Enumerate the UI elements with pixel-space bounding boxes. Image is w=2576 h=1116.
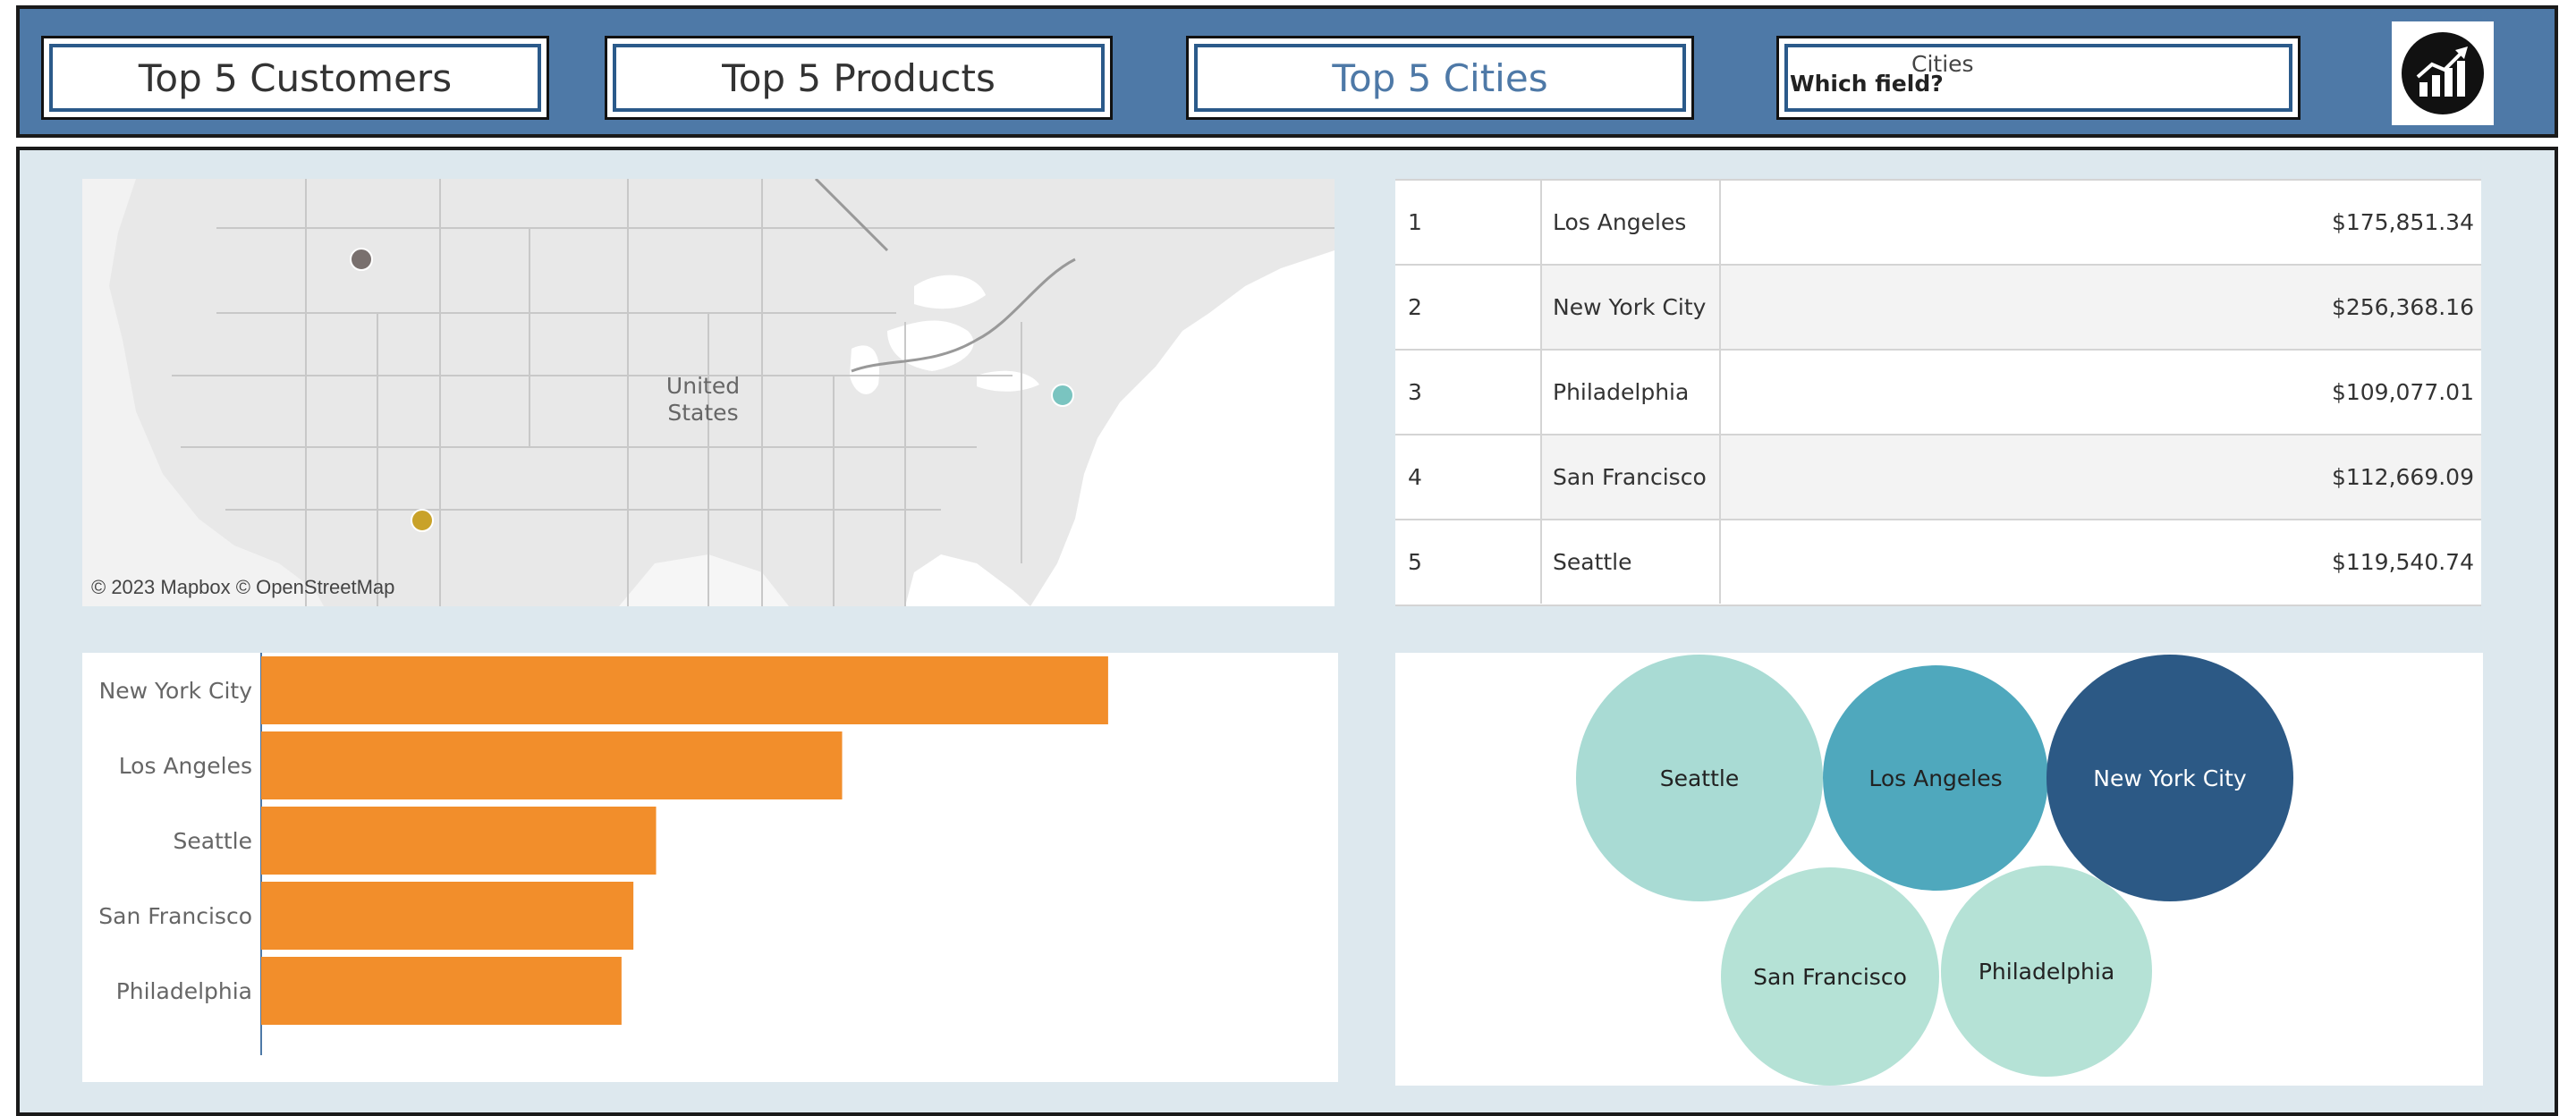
bubble-label-philadelphia: Philadelphia bbox=[1979, 959, 2114, 985]
table-cell-city: San Francisco bbox=[1540, 435, 1721, 519]
bubble-chart-canvas: Seattle Los Angeles New York City San Franc… bbox=[1576, 655, 2293, 1086]
which-field-parameter[interactable]: Which field? Cities bbox=[1776, 36, 2301, 120]
bubble-label-new-york-city: New York City bbox=[2093, 765, 2247, 791]
top-cities-table: 1 Los Angeles $175,851.34 2 New York Cit… bbox=[1395, 179, 2481, 606]
table-cell-sales: $112,669.09 bbox=[2331, 464, 2474, 490]
table-row[interactable]: 3 Philadelphia $109,077.01 bbox=[1395, 349, 2481, 434]
table-cell-sales: $256,368.16 bbox=[2331, 294, 2474, 320]
bar-san-francisco[interactable] bbox=[261, 882, 634, 950]
bar-los-angeles[interactable] bbox=[261, 731, 843, 799]
map-marker-new-york-city[interactable] bbox=[1051, 384, 1074, 407]
map-attribution: © 2023 Mapbox © OpenStreetMap bbox=[91, 576, 395, 598]
nav-button-top-products[interactable]: Top 5 Products bbox=[605, 36, 1113, 120]
table-cell-rank: 2 bbox=[1408, 294, 1422, 320]
bar-label-san-francisco: San Francisco bbox=[98, 903, 252, 929]
table-cell-city: Los Angeles bbox=[1540, 181, 1721, 264]
bar-chart-canvas: New York City Los Angeles Seattle San Franc… bbox=[98, 653, 1108, 1055]
bubble-label-los-angeles: Los Angeles bbox=[1868, 765, 2002, 791]
bar-seattle[interactable] bbox=[261, 807, 657, 875]
bar-label-seattle: Seattle bbox=[173, 828, 252, 854]
bar-label-los-angeles: Los Angeles bbox=[119, 753, 252, 779]
bar-label-philadelphia: Philadelphia bbox=[116, 978, 252, 1004]
logo bbox=[2392, 21, 2494, 125]
city-bubble-chart: Seattle Los Angeles New York City San Franc… bbox=[1395, 653, 2483, 1086]
table-cell-rank: 3 bbox=[1408, 379, 1422, 405]
table-cell-sales: $175,851.34 bbox=[2331, 209, 2474, 235]
table-cell-rank: 4 bbox=[1408, 464, 1422, 490]
table-cell-sales: $109,077.01 bbox=[2331, 379, 2474, 405]
bubble-label-san-francisco: San Francisco bbox=[1753, 964, 1907, 990]
nav-button-top-cities[interactable]: Top 5 Cities bbox=[1186, 36, 1694, 120]
map-marker-los-angeles[interactable] bbox=[411, 509, 434, 532]
map-canvas: United States bbox=[82, 179, 1335, 606]
parameter-value[interactable]: Cities bbox=[1911, 51, 1974, 77]
map-country-label-line2: States bbox=[667, 400, 738, 426]
bar-label-new-york-city: New York City bbox=[99, 678, 253, 704]
city-map[interactable]: United States © 2023 Mapbox © OpenStreet… bbox=[82, 179, 1335, 606]
table-row[interactable]: 2 New York City $256,368.16 bbox=[1395, 264, 2481, 349]
nav-button-top-customers[interactable]: Top 5 Customers bbox=[41, 36, 549, 120]
header-bar: Top 5 Customers Top 5 Products Top 5 Cit… bbox=[16, 5, 2558, 138]
table-cell-sales: $119,540.74 bbox=[2331, 549, 2474, 575]
table-cell-city: Seattle bbox=[1540, 520, 1721, 604]
table-cell-city: Philadelphia bbox=[1540, 351, 1721, 434]
bubble-label-seattle: Seattle bbox=[1660, 765, 1740, 791]
map-country-label-line1: United bbox=[666, 373, 740, 399]
dashboard-area: United States © 2023 Mapbox © OpenStreet… bbox=[16, 147, 2558, 1116]
table-cell-rank: 5 bbox=[1408, 549, 1422, 575]
table-row[interactable]: 1 Los Angeles $175,851.34 bbox=[1395, 179, 2481, 264]
bar-chart-growth-icon bbox=[2402, 32, 2484, 114]
bar-philadelphia[interactable] bbox=[261, 957, 622, 1025]
map-marker-seattle[interactable] bbox=[350, 248, 373, 271]
table-row[interactable]: 5 Seattle $119,540.74 bbox=[1395, 519, 2481, 606]
bar-new-york-city[interactable] bbox=[261, 656, 1108, 724]
table-cell-rank: 1 bbox=[1408, 209, 1422, 235]
table-cell-city: New York City bbox=[1540, 266, 1721, 349]
sales-bar-chart: New York City Los Angeles Seattle San Franc… bbox=[82, 653, 1338, 1082]
table-row[interactable]: 4 San Francisco $112,669.09 bbox=[1395, 434, 2481, 519]
